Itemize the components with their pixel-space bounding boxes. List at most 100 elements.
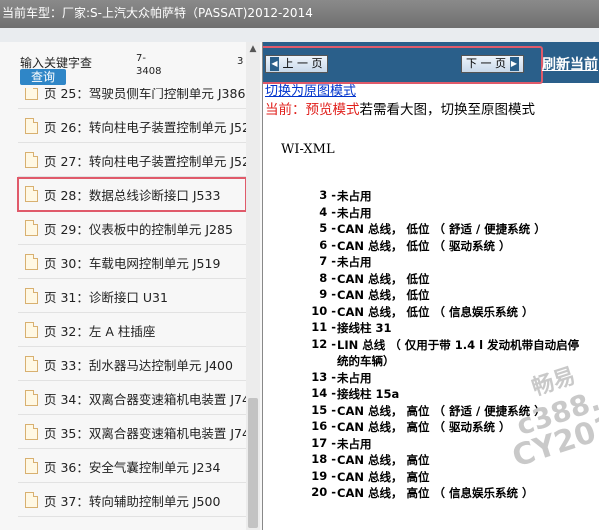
page-list-item[interactable]: 页 31：诊断接口 U31 [18, 280, 246, 313]
pin-description: 未占用 [337, 205, 372, 220]
pin-number: 7 - [319, 254, 336, 268]
pin-row: 12 - LIN 总线 （ 仅用于带 1.4 l 发动机带自动启停 [263, 337, 599, 353]
pin-row: 4 - 未占用 [263, 205, 599, 221]
scroll-up-icon[interactable]: ▲ [246, 42, 260, 56]
mode-status: 当前：预览模式若需看大图，切换至原图模式 [265, 98, 535, 118]
pin-row: 20 - CAN 总线， 高位 （ 信息娱乐系统 ） [263, 485, 599, 501]
pin-number: 3 - [319, 188, 336, 202]
pin-row: 6 - CAN 总线， 低位 （ 驱动系统 ） [263, 238, 599, 254]
page-list-item-label: 页 30：车载电网控制单元 J519 [44, 255, 221, 271]
pin-description: 接线柱 31 [337, 321, 392, 335]
page-list-item[interactable]: 页 34：双离合器变速箱机电装置 J743 [18, 382, 246, 415]
document-icon [25, 220, 38, 236]
pin-description: CAN 总线， 低位 （ 驱动系统 ） [337, 238, 511, 253]
top-bar: 当前车型：厂家:S-上汽大众帕萨特（PASSAT)2012-2014 [0, 0, 599, 28]
pin-number: 12 - [311, 336, 336, 351]
vertical-scrollbar[interactable]: ▲ [246, 42, 260, 530]
page-list-item[interactable]: 页 33：刮水器马达控制单元 J400 [18, 348, 246, 381]
refresh-link[interactable]: 刷新当前 [542, 54, 598, 74]
mode-hint: 若需看大图，切换至原图模式 [359, 102, 536, 118]
pin-number: 16 - [311, 419, 336, 433]
pin-row: 19 - CAN 总线， 高位 [263, 469, 599, 485]
pin-number: 6 - [319, 237, 336, 252]
pin-number: 4 - [319, 204, 336, 219]
pin-description: 未占用 [337, 370, 372, 385]
code-field: 7- 3408 [136, 52, 161, 78]
pin-description: CAN 总线， 低位 （ 舒适 / 便捷系统 ） [337, 222, 546, 236]
document-icon [25, 424, 38, 440]
pin-row: 8 - CAN 总线， 低位 [263, 271, 599, 287]
pin-number: 17 - [311, 435, 336, 450]
page-list-item-label: 页 33：刮水器马达控制单元 J400 [44, 357, 233, 373]
pin-description: CAN 总线， 高位 （ 驱动系统 ） [337, 420, 511, 434]
left-panel: 输入关键字查 查询 7- 3408 3 页 25：驾驶员侧车门控制单元 J386… [0, 42, 262, 530]
pin-number: 20 - [311, 485, 336, 499]
page-list-item-label: 页 28：数据总线诊断接口 J533 [44, 187, 221, 203]
viewer-navbar: ◀ 上 一 页 下 一 页 ▶ 刷新当前 [263, 42, 599, 84]
page-list-item-label: 页 37：转向辅助控制单元 J500 [44, 493, 221, 509]
prev-page-button[interactable]: ◀ 上 一 页 [265, 55, 328, 73]
pin-number: 9 - [319, 287, 336, 301]
next-page-button[interactable]: 下 一 页 ▶ [461, 55, 524, 73]
code-bottom: 3408 [136, 66, 162, 77]
pin-row: 11 - 接线柱 31 [263, 320, 599, 336]
page-list-item[interactable]: 页 28：数据总线诊断接口 J533 [17, 177, 246, 212]
pin-number: 8 - [319, 270, 336, 285]
pin-description: CAN 总线， 低位 [337, 271, 430, 286]
current-model-label: 当前车型： [2, 6, 63, 20]
viewer-panel: ◀ 上 一 页 下 一 页 ▶ 刷新当前 切换为原图模式 当前：预览模式若需看大… [262, 42, 599, 530]
pin-number: 10 - [311, 303, 336, 318]
code-right: 3 [237, 56, 244, 67]
page-list-item[interactable]: 页 32：左 A 柱插座 [18, 314, 246, 347]
pin-description: CAN 总线， 高位 （ 信息娱乐系统 ） [337, 486, 534, 500]
scroll-thumb[interactable] [248, 398, 258, 528]
pin-number: 18 - [311, 452, 336, 466]
arrow-right-icon: ▶ [509, 57, 519, 71]
query-button[interactable]: 查询 [20, 69, 66, 85]
next-page-label: 下 一 页 [466, 57, 506, 70]
switch-mode-link[interactable]: 切换为原图模式 [265, 80, 356, 99]
page-list-item[interactable]: 页 37：转向辅助控制单元 J500 [18, 484, 246, 517]
pin-row: 7 - 未占用 [263, 254, 599, 270]
page-list-item[interactable]: 页 35：双离合器变速箱机电装置 J743 [18, 416, 246, 449]
mode-prefix: 当前： [265, 102, 306, 118]
pin-description: 未占用 [337, 436, 372, 451]
pin-description: CAN 总线， 低位 （ 信息娱乐系统 ） [337, 304, 534, 319]
pin-description: 未占用 [337, 189, 372, 203]
pin-number: 11 - [311, 320, 336, 334]
document-icon [25, 492, 38, 508]
arrow-left-icon: ◀ [270, 57, 279, 71]
document-icon [25, 186, 38, 202]
code-top: 7- [136, 53, 146, 64]
document-icon [25, 356, 38, 372]
document-icon [25, 118, 38, 134]
pin-number: 14 - [311, 386, 336, 400]
page-list-item-label: 页 32：左 A 柱插座 [44, 323, 156, 339]
pin-description: LIN 总线 （ 仅用于带 1.4 l 发动机带自动启停 [337, 337, 580, 352]
page-list-item-label: 页 34：双离合器变速箱机电装置 J743 [44, 391, 246, 407]
pin-description: CAN 总线， 高位 [337, 469, 430, 484]
page-list-item-label: 页 27：转向柱电子装置控制单元 J527 [44, 153, 246, 169]
page-list-item[interactable]: 页 29：仪表板中的控制单元 J285 [18, 212, 246, 245]
current-model-value: 厂家:S-上汽大众帕萨特（PASSAT)2012-2014 [62, 6, 313, 20]
pin-description: 接线柱 15a [337, 387, 400, 401]
document-icon [25, 254, 38, 270]
pin-description: 未占用 [337, 255, 372, 269]
document-icon [25, 288, 38, 304]
page-list-item[interactable]: 页 30：车载电网控制单元 J519 [18, 246, 246, 279]
pin-row: 9 - CAN 总线， 低位 [263, 287, 599, 303]
pin-number: 15 - [311, 402, 336, 417]
page-list-item[interactable]: 页 27：转向柱电子装置控制单元 J527 [18, 144, 246, 177]
page-list-item-label: 页 25：驾驶员侧车门控制单元 J386 [44, 88, 246, 101]
page-list-item[interactable]: 页 26：转向柱电子装置控制单元 J527 [18, 110, 246, 143]
prev-page-label: 上 一 页 [282, 57, 323, 70]
page-list-item[interactable]: 页 36：安全气囊控制单元 J234 [18, 450, 246, 483]
page-list: 页 25：驾驶员侧车门控制单元 J386 页 26：转向柱电子装置控制单元 J52… [0, 88, 246, 530]
pin-number: 13 - [311, 369, 336, 384]
page-list-item[interactable]: 页 25：驾驶员侧车门控制单元 J386 [18, 88, 246, 109]
pin-description: CAN 总线， 低位 [337, 288, 430, 302]
pin-row: 5 - CAN 总线， 低位 （ 舒适 / 便捷系统 ） [263, 221, 599, 237]
toolbar-gap [0, 28, 599, 42]
mode-name: 预览模式 [305, 102, 360, 118]
document-icon [25, 152, 38, 168]
